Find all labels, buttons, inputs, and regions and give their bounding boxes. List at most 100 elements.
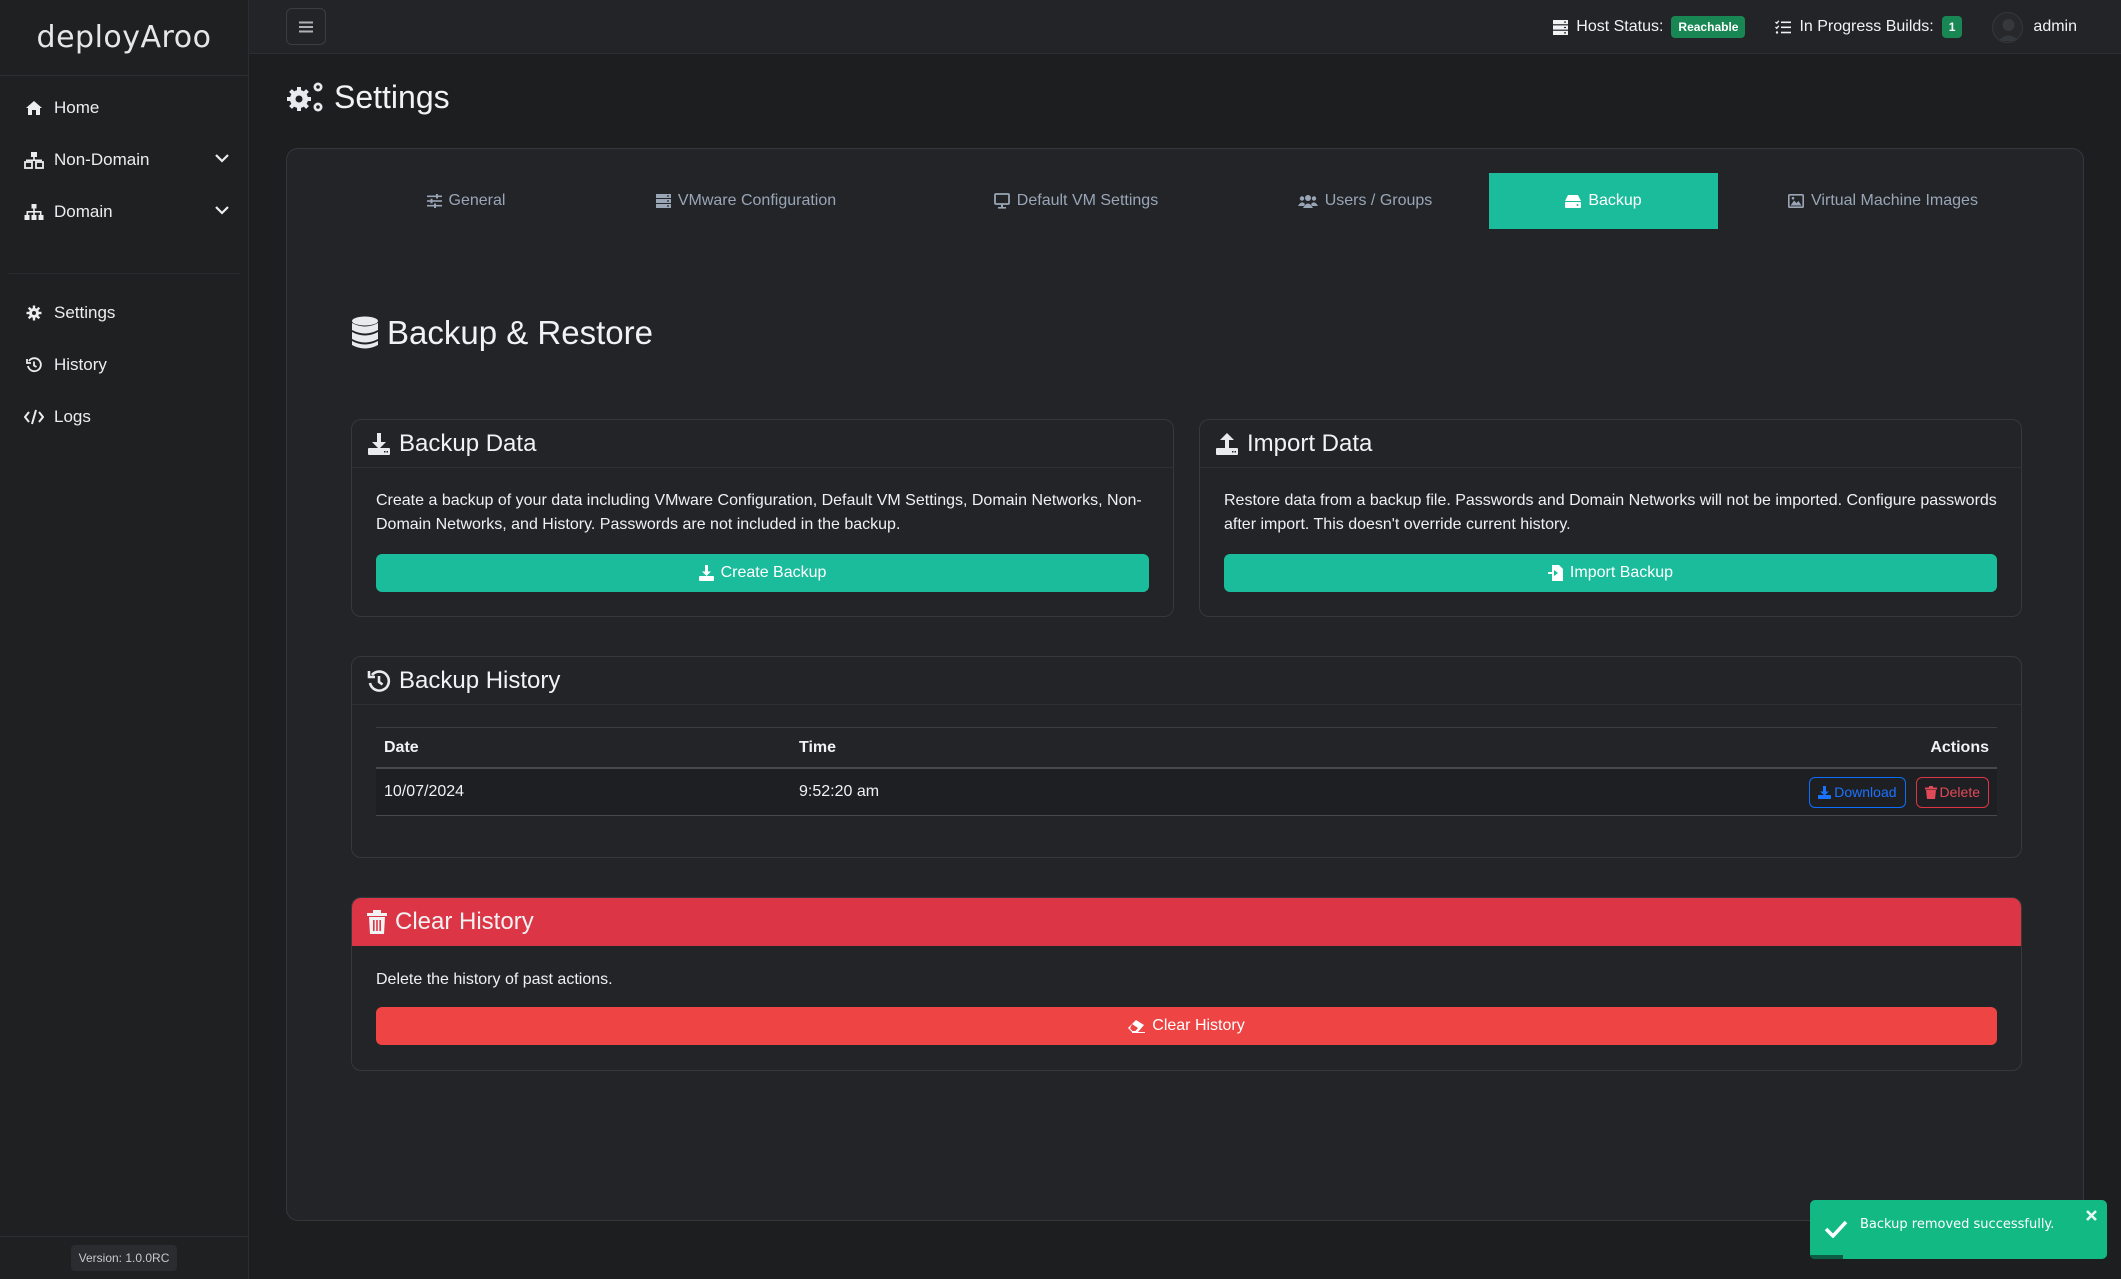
close-icon[interactable] [2086, 1210, 2097, 1221]
button-label: Delete [1939, 784, 1980, 800]
network-icon [22, 148, 46, 172]
chevron-down-icon[interactable] [214, 202, 230, 218]
file-import-icon [1547, 565, 1563, 581]
backup-data-card: Backup Data Create a backup of your data… [351, 419, 1174, 617]
sitemap-icon [22, 200, 46, 224]
card-header: Backup Data [352, 420, 1173, 468]
server-icon [1553, 19, 1569, 35]
trash-icon [1924, 785, 1937, 799]
history-icon [22, 353, 46, 377]
sliders-icon [426, 194, 442, 208]
host-status-label: Host Status: [1576, 18, 1664, 35]
sidebar-item-label: Settings [54, 303, 116, 322]
card-header: Backup History [352, 657, 2021, 705]
success-toast: Backup removed successfully. [1810, 1200, 2107, 1259]
sidebar-item-domain[interactable]: Domain [22, 192, 230, 232]
download-icon [1818, 785, 1832, 799]
settings-panel: General VMware Configuration Default VM … [286, 148, 2084, 1221]
tab-backup[interactable]: Backup [1489, 173, 1718, 229]
create-backup-button[interactable]: Create Backup [376, 554, 1149, 592]
gear-icon [22, 301, 46, 325]
card-description: Create a backup of your data including V… [376, 492, 1142, 533]
upload-icon [1215, 432, 1239, 456]
tab-vmware-configuration[interactable]: VMware Configuration [581, 173, 911, 229]
card-header: Clear History [352, 898, 2021, 946]
sidebar-item-label: Non-Domain [54, 150, 150, 169]
row-actions: Download Delete [1799, 776, 1989, 808]
brand-logo[interactable]: deployAroo [0, 0, 248, 76]
header-status-area: Host Status: Reachable In Progress Build… [1553, 0, 2121, 54]
user-menu[interactable]: admin [1992, 11, 2077, 43]
sidebar-item-label: Domain [54, 202, 113, 221]
toast-message: Backup removed successfully. [1860, 1217, 2055, 1232]
sidebar-item-label: History [54, 355, 107, 374]
server-icon [655, 194, 671, 208]
backup-time: 9:52:20 am [799, 783, 880, 800]
table-row: 10/07/2024 9:52:20 am Download Delete [376, 769, 1997, 816]
tab-label: General [448, 192, 506, 209]
sidebar-item-history[interactable]: History [22, 345, 230, 385]
tab-general[interactable]: General [351, 173, 581, 229]
sidebar-toggle-button[interactable] [286, 8, 326, 45]
host-status-badge: Reachable [1671, 16, 1746, 38]
section-title-text: Backup & Restore [387, 314, 653, 351]
sidebar: deployAroo Home Non-Domain Domain Settin… [0, 0, 249, 1279]
users-icon [1297, 194, 1318, 208]
avatar [1992, 11, 2024, 43]
card-title: Backup History [399, 666, 561, 694]
column-header-date: Date [384, 738, 419, 756]
builds-count-badge: 1 [1941, 16, 1963, 38]
gears-icon [286, 80, 326, 114]
backup-history-card: Backup History Date Time Actions 10/07/2… [351, 656, 2022, 858]
card-title: Import Data [1247, 429, 1373, 457]
clear-history-button[interactable]: Clear History [376, 1007, 1997, 1045]
eraser-icon [1128, 1019, 1146, 1033]
top-header: Host Status: Reachable In Progress Build… [249, 0, 2121, 54]
sidebar-item-non-domain[interactable]: Non-Domain [22, 140, 230, 180]
import-data-card: Import Data Restore data from a backup f… [1199, 419, 2022, 617]
tab-label: VMware Configuration [677, 192, 837, 209]
card-header: Import Data [1200, 420, 2021, 468]
button-label: Clear History [1152, 1017, 1245, 1034]
chevron-down-icon[interactable] [214, 150, 230, 166]
database-icon [351, 316, 379, 350]
delete-button[interactable]: Delete [1915, 776, 1989, 808]
host-status: Host Status: Reachable [1553, 16, 1746, 38]
tab-default-vm-settings[interactable]: Default VM Settings [911, 173, 1241, 229]
task-list-icon [1775, 19, 1792, 35]
tab-label: Default VM Settings [1016, 192, 1159, 209]
desktop-icon [993, 193, 1010, 209]
import-backup-button[interactable]: Import Backup [1224, 554, 1997, 592]
tab-virtual-machine-images[interactable]: Virtual Machine Images [1718, 173, 2048, 229]
check-icon [1824, 1220, 1848, 1238]
backup-history-table: Date Time Actions 10/07/2024 9:52:20 am … [376, 727, 1997, 816]
download-button[interactable]: Download [1809, 776, 1906, 808]
hamburger-icon [299, 21, 313, 33]
section-title: Backup & Restore [351, 314, 653, 352]
code-icon [22, 405, 46, 429]
in-progress-builds[interactable]: In Progress Builds: 1 [1775, 16, 1963, 38]
backup-date: 10/07/2024 [384, 783, 465, 800]
page-title: Settings [286, 76, 450, 118]
image-icon [1788, 194, 1805, 208]
tab-label: Users / Groups [1324, 192, 1433, 209]
sidebar-item-settings[interactable]: Settings [22, 293, 230, 333]
card-title: Backup Data [399, 429, 537, 457]
settings-tabs: General VMware Configuration Default VM … [287, 173, 2083, 229]
clear-history-card: Clear History Delete the history of past… [351, 897, 2022, 1071]
page-title-text: Settings [334, 78, 450, 115]
sidebar-item-label: Home [54, 98, 100, 117]
sidebar-item-logs[interactable]: Logs [22, 397, 230, 437]
tab-label: Virtual Machine Images [1811, 192, 1978, 209]
history-icon [367, 669, 391, 693]
button-label: Download [1834, 784, 1897, 800]
toast-progress-bar [1810, 1255, 1843, 1259]
button-label: Import Backup [1569, 564, 1674, 581]
hdd-icon [1565, 194, 1582, 208]
tab-label: Backup [1588, 192, 1642, 209]
column-header-actions: Actions [1930, 738, 1989, 756]
tab-users-groups[interactable]: Users / Groups [1241, 173, 1489, 229]
sidebar-item-home[interactable]: Home [22, 88, 230, 128]
table-header: Date Time Actions [376, 727, 1997, 769]
sidebar-divider [8, 273, 240, 274]
